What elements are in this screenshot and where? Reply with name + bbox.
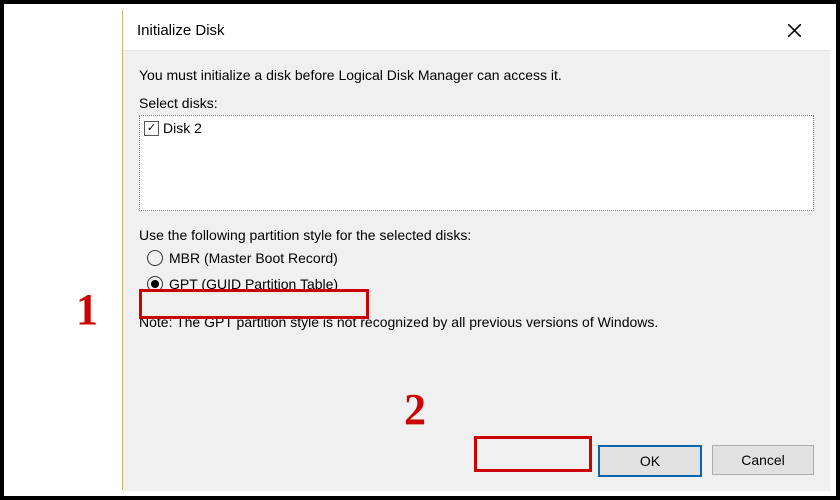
note-text: Note: The GPT partition style is not rec… [139,313,814,332]
radio-gpt-label: GPT (GUID Partition Table) [169,276,338,292]
disk-list[interactable]: ✓ Disk 2 [139,115,814,211]
titlebar: Initialize Disk [123,10,830,51]
radio-icon [147,276,163,292]
close-icon [788,24,801,37]
screenshot-frame: Initialize Disk You must initialize a di… [0,0,840,500]
disk-row[interactable]: ✓ Disk 2 [144,119,809,137]
close-button[interactable] [772,15,816,45]
radio-mbr[interactable]: MBR (Master Boot Record) [147,247,814,269]
radio-icon [147,250,163,266]
partition-style-label: Use the following partition style for th… [139,227,814,243]
dialog-body: You must initialize a disk before Logica… [123,51,830,491]
partition-style-block: Use the following partition style for th… [139,227,814,295]
dialog-buttons: OK Cancel [598,445,814,477]
radio-mbr-label: MBR (Master Boot Record) [169,250,338,266]
annotation-number-1: 1 [76,284,98,335]
cancel-button[interactable]: Cancel [712,445,814,475]
instruction-text: You must initialize a disk before Logica… [139,67,814,83]
initialize-disk-dialog: Initialize Disk You must initialize a di… [122,10,830,490]
cancel-button-label: Cancel [741,452,785,468]
disk-checkbox[interactable]: ✓ [144,121,159,136]
select-disks-label: Select disks: [139,95,814,111]
disk-label: Disk 2 [163,120,202,136]
radio-gpt[interactable]: GPT (GUID Partition Table) [147,273,814,295]
dialog-title: Initialize Disk [137,22,225,39]
ok-button-label: OK [640,453,660,469]
ok-button[interactable]: OK [598,445,702,477]
